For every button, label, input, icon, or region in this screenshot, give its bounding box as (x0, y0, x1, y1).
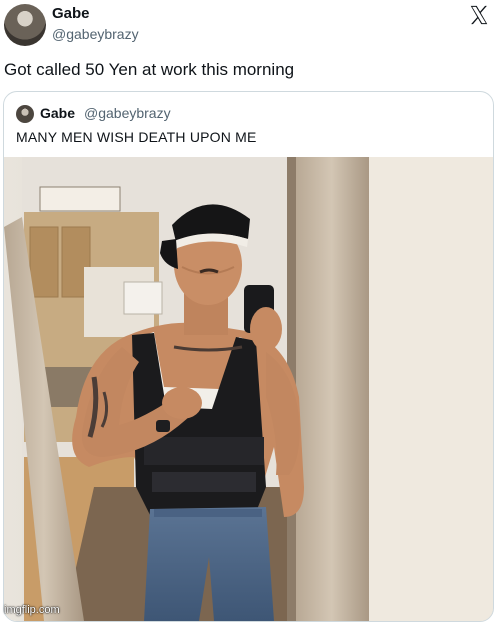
author-avatar[interactable] (4, 4, 46, 46)
author-handle[interactable]: @gabeybrazy (52, 26, 139, 42)
imgflip-watermark: imgflip.com (4, 604, 60, 616)
quoted-tweet-card[interactable]: Gabe @gabeybrazy MANY MEN WISH DEATH UPO… (3, 91, 494, 622)
tweet-text: Got called 50 Yen at work this morning (4, 60, 295, 79)
quoted-author-avatar[interactable] (16, 105, 34, 123)
x-logo-icon[interactable] (468, 4, 490, 26)
quoted-tweet-photo[interactable] (4, 157, 493, 621)
quoted-author-handle[interactable]: @gabeybrazy (84, 105, 171, 121)
quoted-tweet-text: MANY MEN WISH DEATH UPON ME (16, 129, 257, 145)
author-display-name[interactable]: Gabe (52, 5, 90, 22)
quoted-author-display-name[interactable]: Gabe (40, 105, 75, 121)
tweet-header: Gabe @gabeybrazy (0, 0, 500, 52)
mirror-selfie-photo (4, 157, 493, 621)
